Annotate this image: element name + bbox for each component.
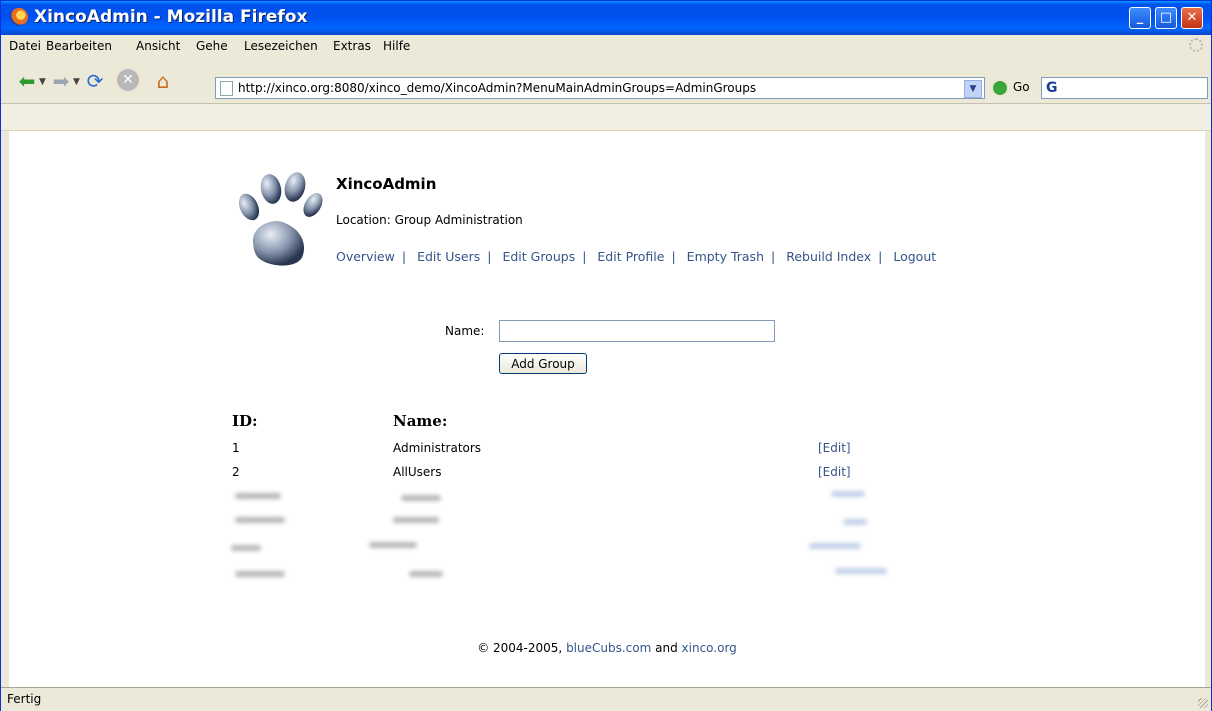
admin-nav: Overview | Edit Users | Edit Groups | Edit … <box>336 249 937 264</box>
add-group-button[interactable]: Add Group <box>499 353 587 374</box>
go-button[interactable]: Go <box>1013 80 1030 94</box>
browser-window: XincoAdmin - Mozilla Firefox _ □ ✕ Datei… <box>0 0 1212 711</box>
location-label: Location: Group Administration <box>336 213 523 227</box>
back-dropdown-icon[interactable]: ▼ <box>39 77 46 87</box>
group-name-input[interactable] <box>499 320 775 342</box>
menu-bearbeiten[interactable]: Bearbeiten <box>46 39 112 53</box>
menu-datei[interactable]: Datei <box>9 39 41 53</box>
row-2-name: AllUsers <box>393 465 442 479</box>
navigation-toolbar: ⬅ ▼ ➡ ▼ ⟳ ✕ ⌂ http://xinco.org:8080/xinc… <box>1 57 1211 104</box>
title-bar: XincoAdmin - Mozilla Firefox _ □ ✕ <box>1 1 1211 35</box>
name-label: Name: <box>445 324 485 338</box>
menu-bar: Datei Bearbeiten Ansicht Gehe Lesezeiche… <box>1 35 1211 57</box>
xinco-link[interactable]: xinco.org <box>682 641 737 655</box>
url-dropdown-icon[interactable]: ▼ <box>964 80 982 98</box>
menu-gehe[interactable]: Gehe <box>196 39 228 53</box>
back-arrow-icon[interactable]: ⬅ <box>15 69 39 93</box>
url-text[interactable]: http://xinco.org:8080/xinco_demo/XincoAd… <box>238 81 756 95</box>
footer-and-text: and <box>651 641 682 655</box>
copyright-text: © 2004-2005, <box>477 641 567 655</box>
link-edit-profile[interactable]: Edit Profile <box>597 249 664 264</box>
page-icon <box>220 81 233 96</box>
url-bar[interactable]: http://xinco.org:8080/xinco_demo/XincoAd… <box>215 77 985 99</box>
close-button[interactable]: ✕ <box>1181 7 1203 29</box>
row-1-edit-link[interactable]: [Edit] <box>818 441 851 455</box>
menu-ansicht[interactable]: Ansicht <box>136 39 180 53</box>
blurred-row <box>401 495 441 501</box>
link-logout[interactable]: Logout <box>893 249 936 264</box>
home-icon[interactable]: ⌂ <box>151 69 175 93</box>
bluecubs-link[interactable]: blueCubs.com <box>566 641 651 655</box>
blurred-row <box>843 519 867 525</box>
paw-logo-icon <box>238 172 323 266</box>
blurred-row <box>231 545 261 551</box>
menu-hilfe[interactable]: Hilfe <box>383 39 410 53</box>
bookmarks-toolbar <box>1 104 1211 131</box>
page-footer: © 2004-2005, blueCubs.com and xinco.org <box>9 641 1205 655</box>
blurred-row <box>409 571 443 577</box>
menu-lesezeichen[interactable]: Lesezeichen <box>244 39 318 53</box>
row-1-id: 1 <box>232 441 240 455</box>
row-2-edit-link[interactable]: [Edit] <box>818 465 851 479</box>
id-column-header: ID: <box>232 412 258 430</box>
forward-dropdown-icon[interactable]: ▼ <box>73 77 80 87</box>
firefox-icon <box>10 8 28 26</box>
search-input[interactable]: G <box>1041 77 1208 99</box>
blurred-row <box>235 493 281 499</box>
search-engine-icon[interactable]: G <box>1046 80 1058 96</box>
row-2-id: 2 <box>232 465 240 479</box>
name-column-header: Name: <box>393 412 448 430</box>
minimize-button[interactable]: _ <box>1129 7 1151 29</box>
blurred-row <box>393 517 439 523</box>
blurred-row <box>809 543 861 549</box>
blurred-row <box>369 542 417 548</box>
link-rebuild-index[interactable]: Rebuild Index <box>786 249 871 264</box>
menu-extras[interactable]: Extras <box>333 39 371 53</box>
window-title: XincoAdmin - Mozilla Firefox <box>34 7 308 27</box>
maximize-button[interactable]: □ <box>1155 7 1177 29</box>
link-empty-trash[interactable]: Empty Trash <box>687 249 764 264</box>
link-overview[interactable]: Overview <box>336 249 395 264</box>
blurred-row <box>835 568 887 574</box>
stop-icon[interactable]: ✕ <box>117 69 139 91</box>
resize-grip[interactable] <box>1198 698 1208 708</box>
reload-icon[interactable]: ⟳ <box>83 69 107 93</box>
blurred-row <box>831 491 865 497</box>
status-text: Fertig <box>7 692 42 706</box>
link-edit-groups[interactable]: Edit Groups <box>502 249 575 264</box>
row-1-name: Administrators <box>393 441 482 455</box>
blurred-row <box>235 571 285 577</box>
forward-arrow-icon[interactable]: ➡ <box>49 69 73 93</box>
throbber-icon <box>1189 38 1203 52</box>
status-bar: Fertig <box>1 687 1211 711</box>
page-content: XincoAdmin Location: Group Administratio… <box>9 131 1205 687</box>
link-edit-users[interactable]: Edit Users <box>417 249 480 264</box>
app-title: XincoAdmin <box>336 175 437 193</box>
go-icon[interactable] <box>993 81 1007 95</box>
blurred-row <box>235 517 285 523</box>
